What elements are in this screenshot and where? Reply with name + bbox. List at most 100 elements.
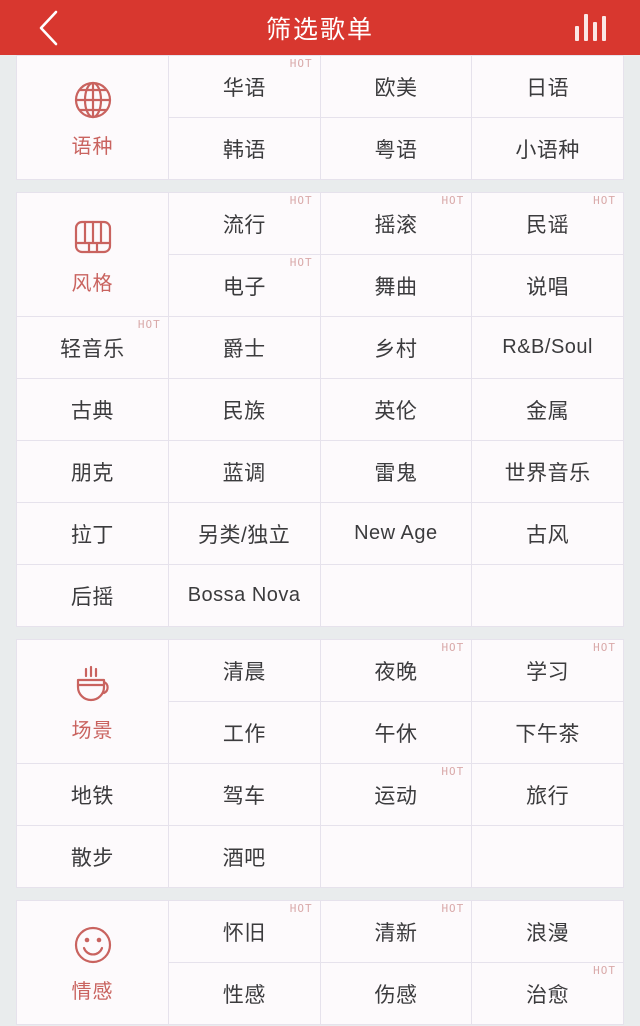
hot-badge: HOT xyxy=(289,57,313,70)
option-cell[interactable]: HOT 华语 xyxy=(169,56,321,118)
category-label: 风格 xyxy=(71,273,114,295)
section-top-part: 场景 清晨 HOT 夜晚 HOT 学习 工作 午休 下午茶 xyxy=(17,640,624,764)
globe-icon xyxy=(69,76,117,124)
option-label: 日语 xyxy=(526,76,570,100)
hot-badge: HOT xyxy=(593,641,616,654)
option-cell[interactable]: 乡村 xyxy=(320,317,473,379)
option-label: 清新 xyxy=(374,921,418,945)
option-cell[interactable]: New Age xyxy=(320,503,473,565)
option-cell[interactable]: 雷鬼 xyxy=(320,441,473,503)
option-cell[interactable]: 日语 xyxy=(472,56,624,118)
option-cell[interactable]: 下午茶 xyxy=(472,702,624,764)
option-cell[interactable]: HOT 轻音乐 xyxy=(17,317,169,379)
option-cell[interactable]: 爵士 xyxy=(168,317,321,379)
option-label: 伤感 xyxy=(374,983,418,1007)
option-cell[interactable]: HOT 清新 xyxy=(320,901,473,963)
option-cell[interactable]: 午休 xyxy=(320,702,473,764)
option-cell[interactable]: HOT 治愈 xyxy=(472,963,624,1025)
equalizer-button[interactable] xyxy=(566,0,614,55)
category-cell-language[interactable]: 语种 xyxy=(17,56,169,180)
option-cell[interactable]: 蓝调 xyxy=(168,441,321,503)
option-cell[interactable]: 欧美 xyxy=(320,56,473,118)
option-cell-empty xyxy=(472,826,624,888)
option-label: 流行 xyxy=(222,213,266,237)
option-label: 轻音乐 xyxy=(60,337,125,361)
category-cell-style[interactable]: 风格 xyxy=(17,193,169,317)
option-label: 学习 xyxy=(526,660,570,684)
option-label: 乡村 xyxy=(374,337,418,361)
option-label: 欧美 xyxy=(374,76,418,100)
option-label: 拉丁 xyxy=(70,523,114,547)
option-cell[interactable]: 伤感 xyxy=(320,963,473,1025)
option-label: 朋克 xyxy=(70,461,114,485)
hot-badge: HOT xyxy=(441,641,465,654)
option-grid-top: HOT 怀旧 HOT 清新 浪漫 性感 伤感 HOT 治愈 xyxy=(169,901,624,1025)
option-grid-top: HOT 华语 欧美 日语韩语 粤语 小语种 xyxy=(169,56,624,180)
option-label: 古风 xyxy=(526,523,570,547)
option-cell[interactable]: R&B/Soul xyxy=(472,317,624,379)
option-cell[interactable]: 世界音乐 xyxy=(472,441,624,503)
option-cell[interactable]: 朋克 xyxy=(17,441,169,503)
option-cell[interactable]: 英伦 xyxy=(320,379,473,441)
option-label: 浪漫 xyxy=(526,921,570,945)
option-label: 英伦 xyxy=(374,399,418,423)
option-cell[interactable]: Bossa Nova xyxy=(168,565,321,627)
option-cell[interactable]: HOT 运动 xyxy=(320,764,473,826)
option-cell[interactable]: 韩语 xyxy=(169,118,321,180)
option-cell[interactable]: 性感 xyxy=(169,963,321,1025)
option-cell[interactable]: HOT 电子 xyxy=(169,255,321,317)
option-label: 地铁 xyxy=(70,784,114,808)
option-cell[interactable]: 古典 xyxy=(17,379,169,441)
hot-badge: HOT xyxy=(289,256,313,269)
option-cell[interactable]: 说唱 xyxy=(472,255,624,317)
option-cell[interactable]: HOT 民谣 xyxy=(472,193,624,255)
option-label: New Age xyxy=(354,522,438,544)
option-cell-empty xyxy=(320,565,473,627)
option-label: 古典 xyxy=(70,399,114,423)
option-cell[interactable]: HOT 夜晚 xyxy=(320,640,473,702)
option-label: 说唱 xyxy=(526,275,570,299)
option-cell[interactable]: HOT 摇滚 xyxy=(320,193,473,255)
option-cell[interactable]: HOT 学习 xyxy=(472,640,624,702)
section-body: 场景 清晨 HOT 夜晚 HOT 学习 工作 午休 下午茶 地铁 驾车 HOT 运动 旅行 散步 酒吧 xyxy=(17,640,624,888)
hot-badge: HOT xyxy=(289,194,313,207)
filter-section-scene: 场景 清晨 HOT 夜晚 HOT 学习 工作 午休 下午茶 地铁 驾车 HOT 运动 旅行 散步 酒吧 xyxy=(16,639,624,888)
option-label: 粤语 xyxy=(374,138,418,162)
back-button[interactable] xyxy=(26,0,70,55)
option-cell[interactable]: 民族 xyxy=(168,379,321,441)
option-cell[interactable]: 金属 xyxy=(472,379,624,441)
option-label: 电子 xyxy=(222,275,266,299)
option-grid-top: 清晨 HOT 夜晚 HOT 学习 工作 午休 下午茶 xyxy=(169,640,624,764)
option-cell[interactable]: 舞曲 xyxy=(320,255,473,317)
category-cell-scene[interactable]: 场景 xyxy=(17,640,169,764)
option-cell[interactable]: 另类/独立 xyxy=(168,503,321,565)
smiley-face-icon xyxy=(69,921,117,969)
option-cell[interactable]: 旅行 xyxy=(472,764,624,826)
option-label: 韩语 xyxy=(222,138,266,162)
option-cell[interactable]: 小语种 xyxy=(472,118,624,180)
option-cell[interactable]: HOT 怀旧 xyxy=(169,901,321,963)
option-label: 民族 xyxy=(222,399,266,423)
option-cell[interactable]: 后摇 xyxy=(17,565,169,627)
option-cell[interactable]: 酒吧 xyxy=(168,826,321,888)
option-cell[interactable]: 清晨 xyxy=(169,640,321,702)
option-cell[interactable]: 驾车 xyxy=(168,764,321,826)
option-label: 工作 xyxy=(222,722,266,746)
option-cell[interactable]: 拉丁 xyxy=(17,503,169,565)
option-cell[interactable]: 工作 xyxy=(169,702,321,764)
section-top-part: 风格 HOT 流行 HOT 摇滚 HOT 民谣 HOT 电子 舞曲 说唱 xyxy=(17,193,624,317)
option-cell[interactable]: 古风 xyxy=(472,503,624,565)
section-top-part: 情感 HOT 怀旧 HOT 清新 浪漫性感 伤感 HOT 治愈 xyxy=(17,901,624,1025)
option-cell[interactable]: 地铁 xyxy=(17,764,169,826)
option-grid-wide: 地铁 驾车 HOT 运动 旅行散步 酒吧 xyxy=(17,764,624,888)
option-label: 怀旧 xyxy=(222,921,266,945)
option-label: 爵士 xyxy=(222,337,266,361)
option-cell[interactable]: 散步 xyxy=(17,826,169,888)
hot-badge: HOT xyxy=(441,194,465,207)
hot-badge: HOT xyxy=(289,902,313,915)
category-cell-emotion[interactable]: 情感 xyxy=(17,901,169,1025)
page-title: 筛选歌单 xyxy=(265,15,374,44)
option-cell[interactable]: HOT 流行 xyxy=(169,193,321,255)
option-cell[interactable]: 浪漫 xyxy=(472,901,624,963)
option-cell[interactable]: 粤语 xyxy=(320,118,473,180)
